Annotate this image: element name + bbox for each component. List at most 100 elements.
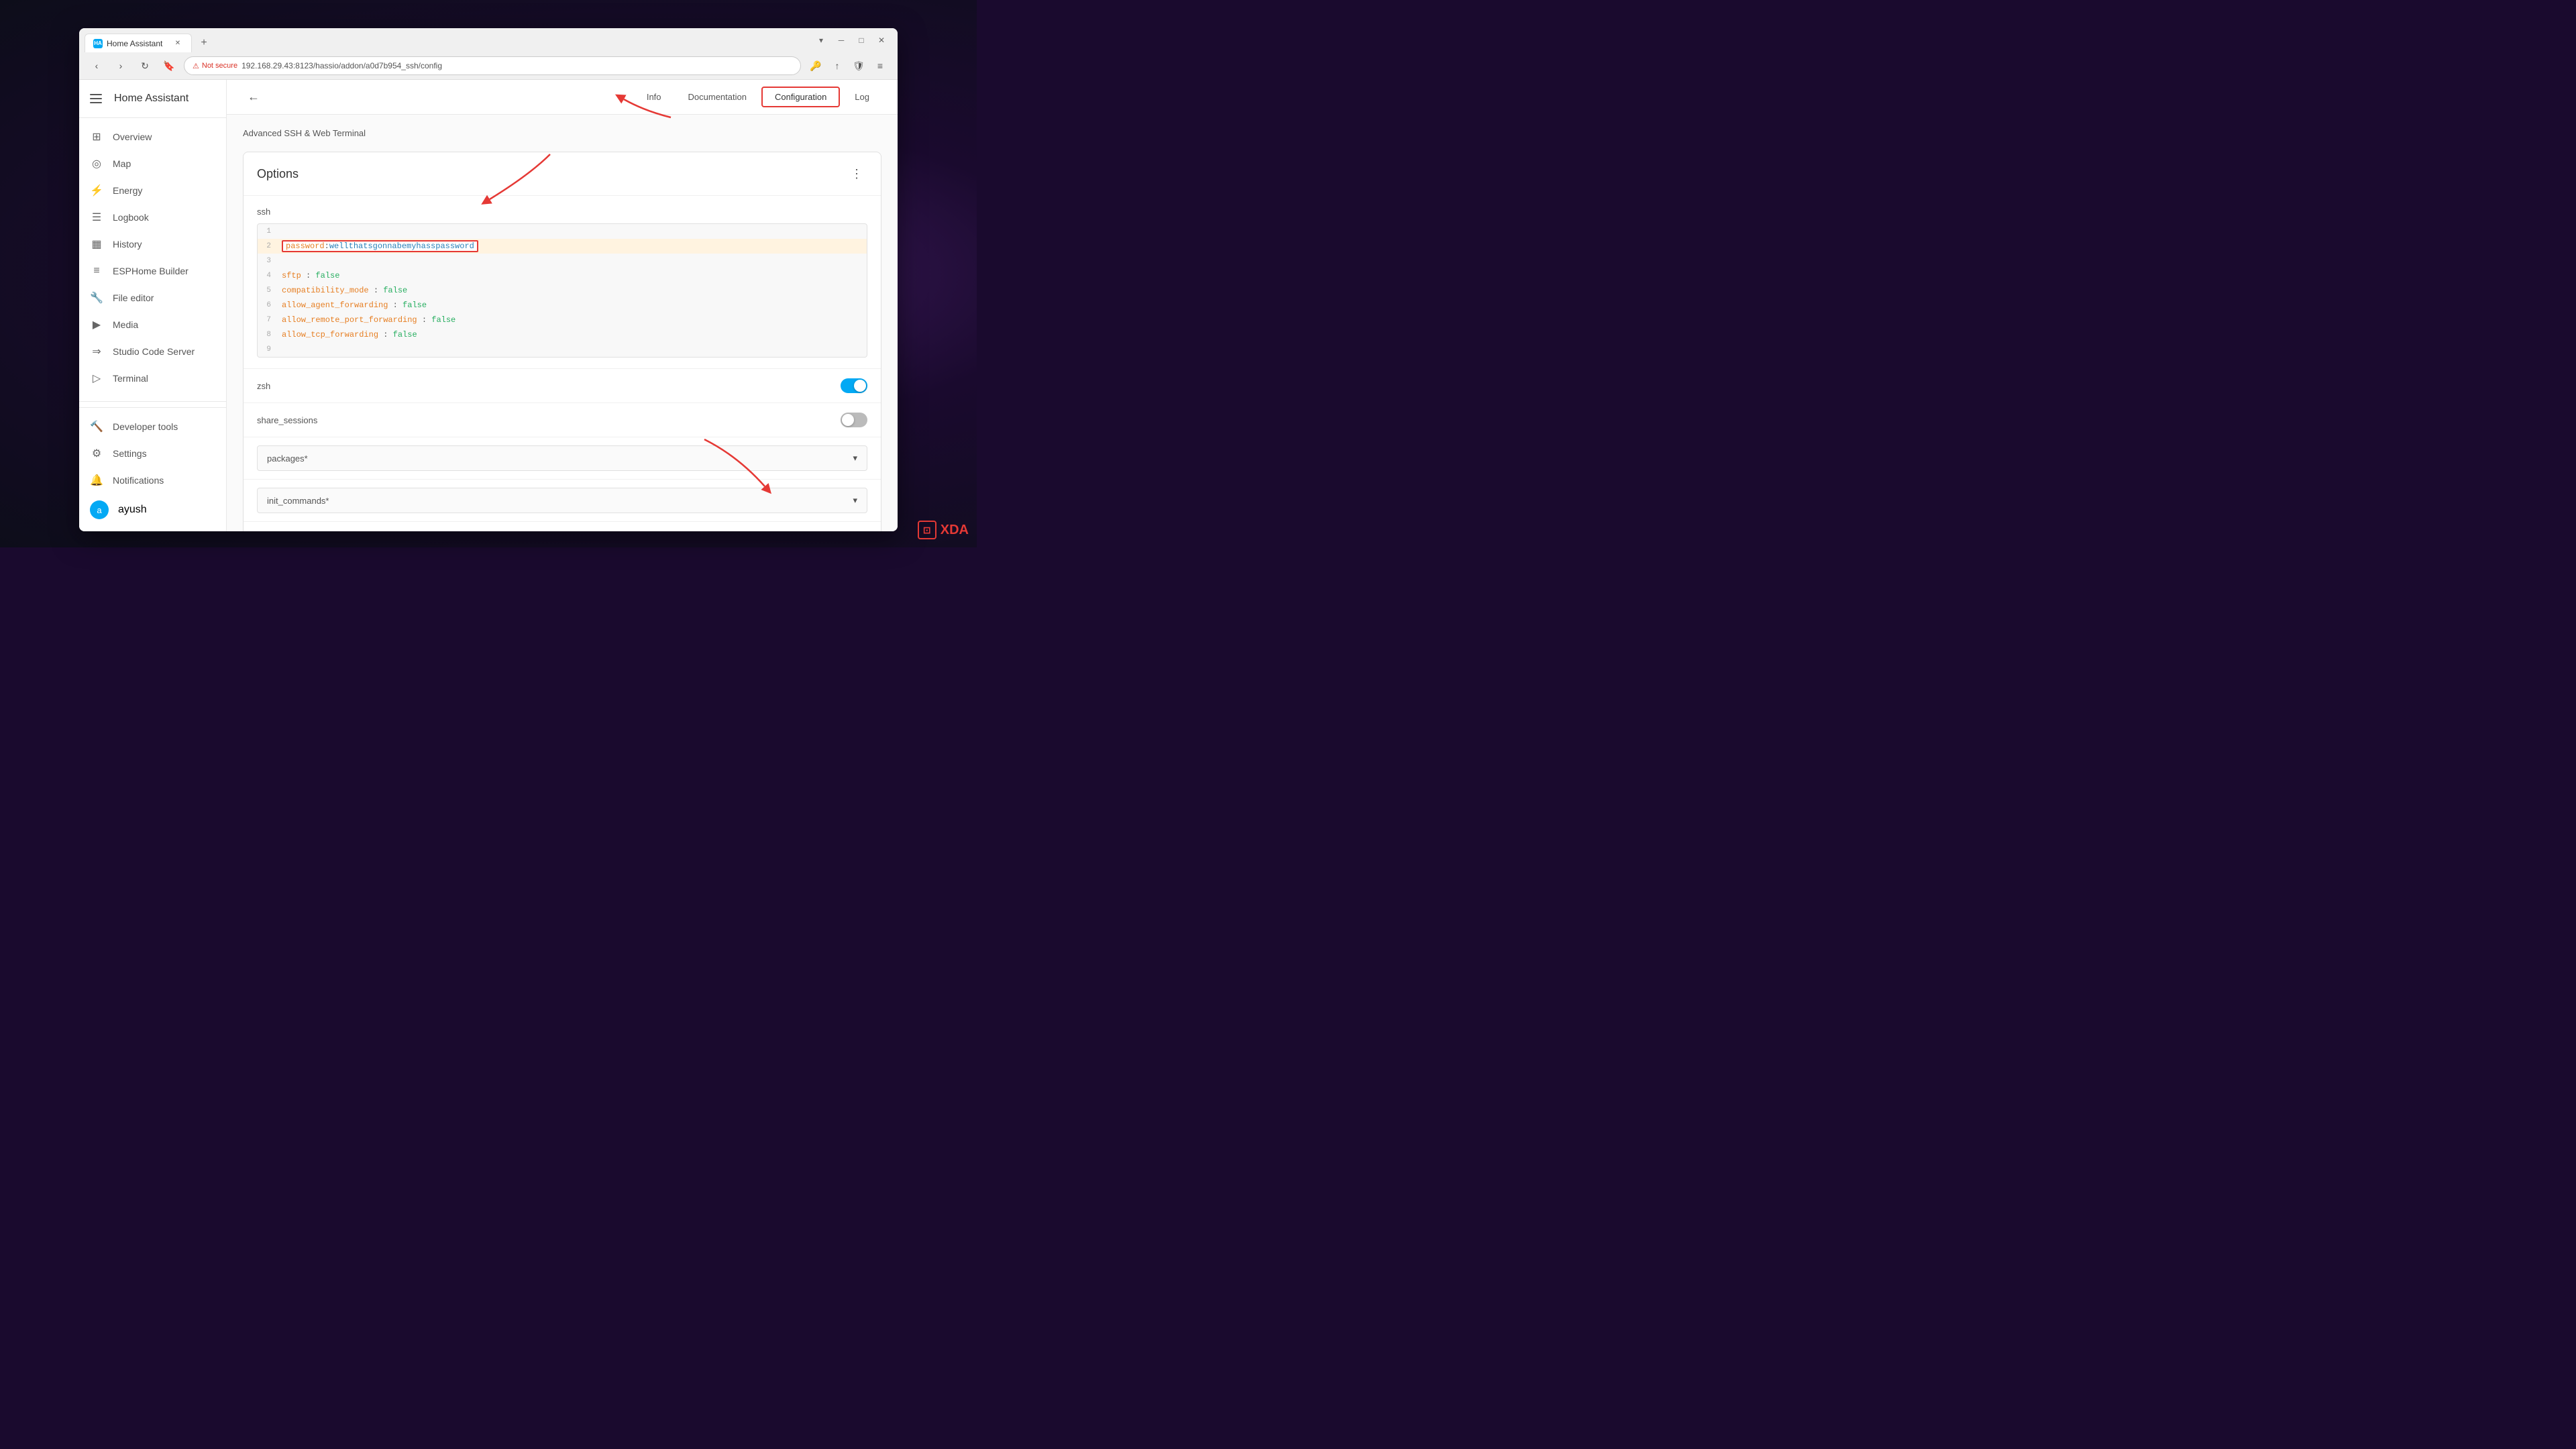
sidebar-item-label-file-editor: File editor bbox=[113, 292, 154, 303]
security-label: Not secure bbox=[202, 62, 237, 70]
brave-shield-button[interactable]: 🛡 bbox=[849, 56, 868, 75]
code-key-agent: allow_agent_forwarding bbox=[282, 301, 388, 310]
sidebar-item-terminal[interactable]: ▷ Terminal bbox=[79, 365, 226, 392]
sidebar-item-studio[interactable]: ⇒ Studio Code Server bbox=[79, 338, 226, 365]
energy-icon: ⚡ bbox=[90, 184, 103, 197]
sidebar-item-settings[interactable]: ⚙ Settings bbox=[79, 440, 226, 467]
overview-icon: ⊞ bbox=[90, 130, 103, 144]
share-sessions-toggle[interactable] bbox=[841, 413, 867, 427]
user-profile-item[interactable]: a ayush bbox=[79, 494, 226, 526]
code-line-1: 1 bbox=[258, 224, 867, 239]
nav-refresh-button[interactable]: ↻ bbox=[136, 56, 154, 75]
tab-log[interactable]: Log bbox=[843, 88, 881, 106]
address-actions: 🔑 ↑ 🛡 ≡ bbox=[806, 56, 890, 75]
hamburger-menu-button[interactable] bbox=[90, 91, 106, 107]
packages-dropdown-row: packages* ▾ bbox=[244, 437, 881, 480]
window-maximize-button[interactable]: □ bbox=[853, 32, 869, 48]
browser-chrome: HA Home Assistant ✕ + ▾ ─ □ ✕ ‹ › ↻ 🔖 ⚠ … bbox=[79, 28, 898, 80]
sidebar-item-file-editor[interactable]: 🔧 File editor bbox=[79, 284, 226, 311]
code-value-remote: false bbox=[431, 315, 455, 325]
line-content-6: allow_agent_forwarding : false bbox=[278, 301, 867, 310]
page-breadcrumb-row: Advanced SSH & Web Terminal bbox=[243, 128, 881, 138]
sidebar: Home Assistant ⊞ Overview ◎ Map ⚡ Energy… bbox=[79, 80, 227, 531]
sidebar-item-logbook[interactable]: ☰ Logbook bbox=[79, 204, 226, 231]
sidebar-bottom: 🔨 Developer tools ⚙ Settings 🔔 Notificat… bbox=[79, 407, 226, 531]
menu-button[interactable]: ≡ bbox=[871, 56, 890, 75]
line-num-4: 4 bbox=[258, 272, 278, 280]
line-num-2: 2 bbox=[258, 242, 278, 250]
xda-watermark: ⊡ XDA bbox=[918, 521, 969, 539]
tab-configuration[interactable]: Configuration bbox=[761, 87, 840, 107]
code-colon-6: : bbox=[393, 301, 402, 310]
line-num-1: 1 bbox=[258, 227, 278, 235]
code-key-tcp: allow_tcp_forwarding bbox=[282, 330, 378, 339]
sidebar-item-devtools[interactable]: 🔨 Developer tools bbox=[79, 413, 226, 440]
init-commands-dropdown[interactable]: init_commands* ▾ bbox=[257, 488, 867, 513]
code-key-password: password bbox=[286, 241, 325, 251]
line-num-5: 5 bbox=[258, 286, 278, 294]
packages-dropdown-label: packages* bbox=[267, 453, 308, 464]
zsh-toggle[interactable] bbox=[841, 378, 867, 393]
sidebar-item-history[interactable]: ▦ History bbox=[79, 231, 226, 258]
sidebar-item-overview[interactable]: ⊞ Overview bbox=[79, 123, 226, 150]
code-key-compat: compatibility_mode bbox=[282, 286, 369, 295]
sidebar-item-espbuilder[interactable]: ≡ ESPHome Builder bbox=[79, 258, 226, 284]
nav-back-button[interactable]: ‹ bbox=[87, 56, 106, 75]
sidebar-item-label-overview: Overview bbox=[113, 131, 152, 142]
line-num-8: 8 bbox=[258, 331, 278, 339]
back-button[interactable]: ← bbox=[243, 87, 264, 108]
window-close-button[interactable]: ✕ bbox=[873, 32, 890, 48]
packages-dropdown[interactable]: packages* ▾ bbox=[257, 445, 867, 471]
hamburger-line-2 bbox=[90, 98, 102, 99]
code-colon-4: : bbox=[306, 271, 315, 280]
password-manager-button[interactable]: 🔑 bbox=[806, 56, 825, 75]
new-tab-button[interactable]: + bbox=[195, 34, 213, 52]
browser-tab-home-assistant[interactable]: HA Home Assistant ✕ bbox=[85, 34, 192, 52]
sidebar-title: Home Assistant bbox=[114, 93, 189, 105]
page-content: Advanced SSH & Web Terminal Options ⋮ ss… bbox=[227, 115, 898, 531]
tab-documentation[interactable]: Documentation bbox=[676, 88, 759, 106]
sidebar-item-media[interactable]: ▶ Media bbox=[79, 311, 226, 338]
code-line-3: 3 bbox=[258, 254, 867, 268]
code-editor[interactable]: 1 2 password : wellthatsg bbox=[257, 223, 867, 358]
history-icon: ▦ bbox=[90, 237, 103, 251]
line-content-8: allow_tcp_forwarding : false bbox=[278, 330, 867, 339]
nav-bookmark-button[interactable]: 🔖 bbox=[160, 56, 178, 75]
line-num-7: 7 bbox=[258, 316, 278, 324]
code-colon-7: : bbox=[422, 315, 431, 325]
sidebar-item-todo[interactable]: ☑ To-do lists bbox=[79, 392, 226, 396]
tab-label: Home Assistant bbox=[107, 39, 162, 48]
code-line-2: 2 password : wellthatsgonnabemyhasspassw… bbox=[258, 239, 867, 254]
window-minimize-button[interactable]: ─ bbox=[833, 32, 849, 48]
ssh-section: ssh 1 2 bbox=[244, 196, 881, 369]
line-content-4: sftp : false bbox=[278, 271, 867, 280]
sidebar-item-map[interactable]: ◎ Map bbox=[79, 150, 226, 177]
tab-close-button[interactable]: ✕ bbox=[172, 38, 183, 49]
sidebar-item-label-settings: Settings bbox=[113, 448, 147, 459]
line-num-6: 6 bbox=[258, 301, 278, 309]
hamburger-line-3 bbox=[90, 102, 102, 103]
share-button[interactable]: ↑ bbox=[828, 56, 847, 75]
sidebar-item-energy[interactable]: ⚡ Energy bbox=[79, 177, 226, 204]
address-input[interactable]: ⚠ Not secure 192.168.29.43:8123/hassio/a… bbox=[184, 56, 801, 75]
sidebar-item-label-terminal: Terminal bbox=[113, 373, 148, 384]
sidebar-item-notifications[interactable]: 🔔 Notifications bbox=[79, 467, 226, 494]
address-bar: ‹ › ↻ 🔖 ⚠ Not secure 192.168.29.43:8123/… bbox=[79, 52, 898, 79]
line-num-9: 9 bbox=[258, 345, 278, 354]
share-sessions-toggle-knob bbox=[842, 414, 854, 426]
code-line-5: 5 compatibility_mode : false bbox=[258, 283, 867, 298]
user-name-label: ayush bbox=[118, 504, 147, 516]
sidebar-item-label-energy: Energy bbox=[113, 185, 142, 196]
window-dropdown-button[interactable]: ▾ bbox=[813, 32, 829, 48]
zsh-toggle-knob bbox=[854, 380, 866, 392]
code-line-9: 9 bbox=[258, 342, 867, 357]
code-key-sftp: sftp bbox=[282, 271, 301, 280]
nav-forward-button[interactable]: › bbox=[111, 56, 130, 75]
init-commands-chevron-icon: ▾ bbox=[853, 495, 857, 506]
tab-info[interactable]: Info bbox=[635, 88, 674, 106]
code-value-compat: false bbox=[383, 286, 407, 295]
terminal-icon: ▷ bbox=[90, 372, 103, 385]
zsh-toggle-row: zsh bbox=[244, 369, 881, 403]
more-options-button[interactable]: ⋮ bbox=[846, 163, 867, 184]
notifications-icon: 🔔 bbox=[90, 474, 103, 487]
